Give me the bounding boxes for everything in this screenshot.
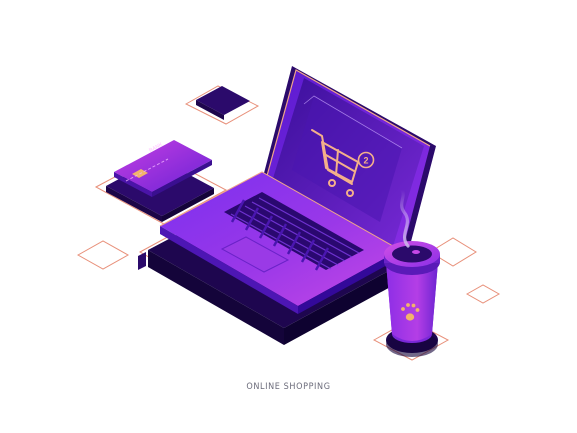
floating-tile-small [465, 284, 501, 304]
cart-badge-count: 2 [363, 156, 368, 166]
caption-online-shopping: ONLINE SHOPPING [246, 382, 331, 392]
isometric-scene: BANK 2 [76, 66, 501, 361]
floating-tile-left [76, 240, 130, 270]
floating-tile-top [184, 85, 260, 125]
